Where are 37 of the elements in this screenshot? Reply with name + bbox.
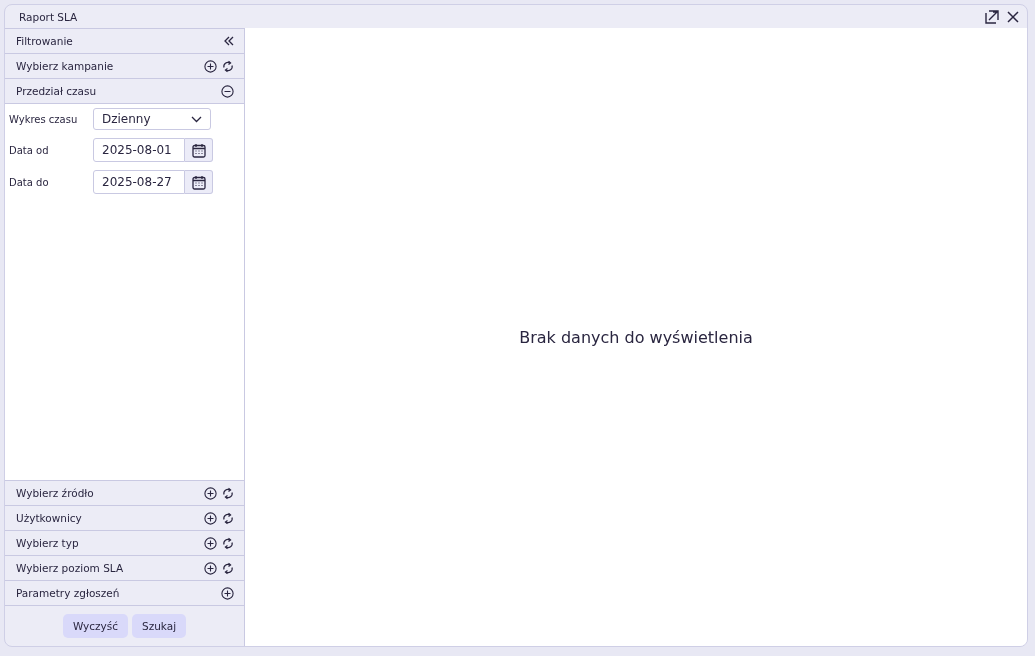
refresh-icon[interactable] [222,511,234,525]
filter-section-header[interactable]: Wybierz kampanie [5,54,244,79]
add-icon[interactable] [204,486,217,500]
search-button[interactable]: Szukaj [132,614,187,638]
add-icon[interactable] [204,536,217,550]
window-title: Raport SLA [19,10,78,23]
add-icon[interactable] [204,59,217,73]
add-icon[interactable] [204,511,217,525]
field-label: Data od [9,144,50,156]
clear-button[interactable]: Wyczyść [62,614,129,638]
close-icon[interactable] [1007,10,1019,23]
calendar-button[interactable] [185,138,213,162]
filter-section-header[interactable]: Wybierz typ [5,531,244,556]
filter-section-header[interactable]: Parametry zgłoszeń [5,581,244,606]
field-label: Data do [9,176,50,188]
period-dropdown[interactable]: Dzienny [93,108,211,130]
refresh-icon[interactable] [222,486,234,500]
calendar-icon [191,142,206,158]
filter-section-header[interactable]: Wybierz źródło [5,481,244,506]
field-label: Wykres czasu [9,113,79,125]
minus-icon[interactable] [221,84,234,98]
collapse-icon[interactable] [224,36,234,46]
add-icon[interactable] [204,561,217,575]
calendar-icon [191,174,206,190]
popout-icon[interactable] [985,9,999,24]
calendar-button[interactable] [185,170,213,194]
empty-message: Brak danych do wyświetlenia [519,327,753,347]
refresh-icon[interactable] [222,59,234,73]
filter-section-header[interactable]: Wybierz poziom SLA [5,556,244,581]
refresh-icon[interactable] [222,536,234,550]
sidebar-title: Filtrowanie [16,35,73,47]
date-input-field[interactable]: 2025-08-01 [93,138,185,162]
filter-section-header[interactable]: Użytkownicy [5,506,244,531]
add-icon[interactable] [221,586,234,600]
chevron-down-icon [191,115,202,123]
date-input-field[interactable]: 2025-08-27 [93,170,185,194]
refresh-icon[interactable] [222,561,234,575]
